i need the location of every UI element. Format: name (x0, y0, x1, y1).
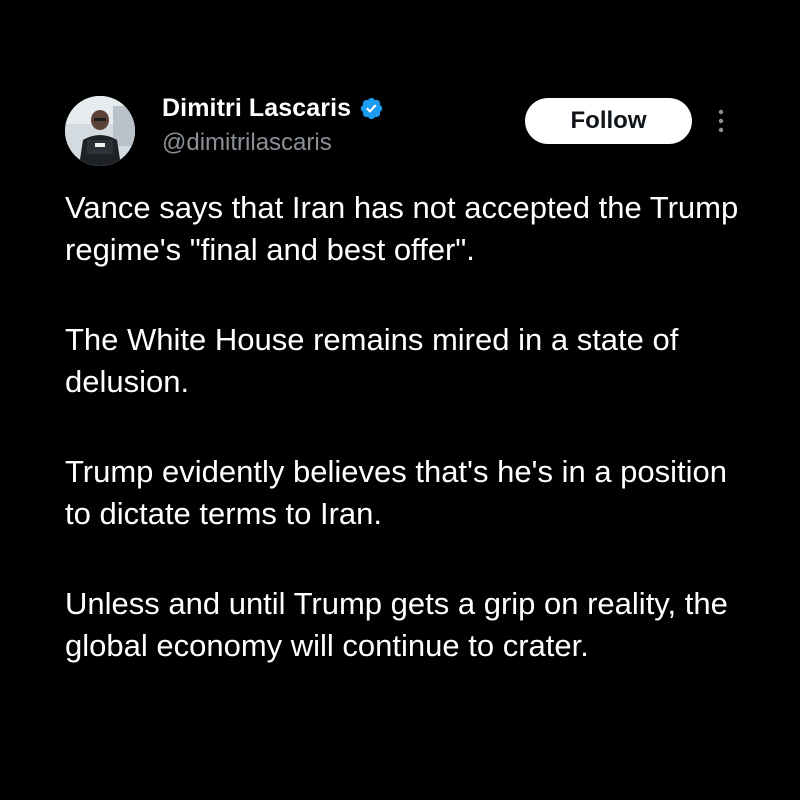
follow-button[interactable]: Follow (525, 98, 692, 144)
tweet-paragraph: The White House remains mired in a state… (65, 322, 679, 399)
author-handle[interactable]: @dimitrilascaris (162, 129, 332, 157)
author-display-name[interactable]: Dimitri Lascaris (162, 94, 351, 123)
more-vertical-icon[interactable] (714, 107, 728, 135)
author-name-row[interactable]: Dimitri Lascaris (162, 94, 384, 123)
tweet-paragraph: Vance says that Iran has not accepted th… (65, 190, 739, 267)
tweet-card: Dimitri Lascaris @dimitrilascaris Follow… (0, 0, 800, 800)
avatar[interactable] (65, 96, 135, 166)
profile-photo-icon (65, 96, 135, 166)
tweet-paragraph: Trump evidently believes that's he's in … (65, 454, 728, 531)
tweet-paragraph: Unless and until Trump gets a grip on re… (65, 586, 728, 663)
verified-badge-icon (361, 97, 383, 120)
tweet-text: Vance says that Iran has not accepted th… (65, 187, 755, 667)
